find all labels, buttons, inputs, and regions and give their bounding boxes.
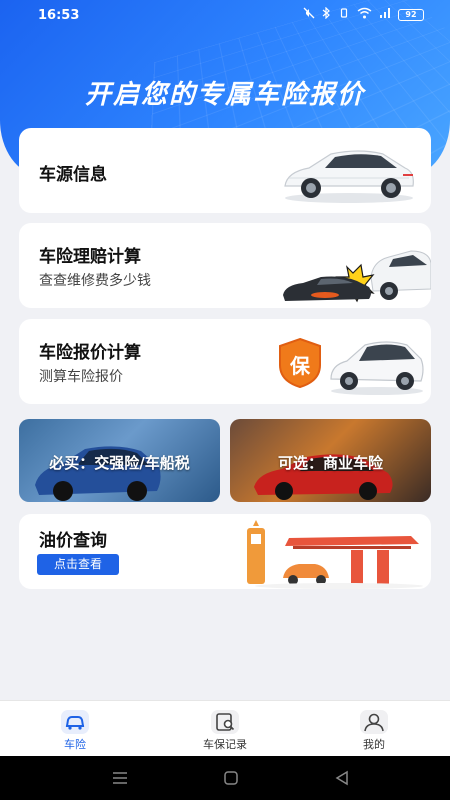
tab-profile-label: 我的	[363, 738, 385, 751]
home-icon[interactable]	[219, 766, 243, 790]
status-icons: 92	[303, 6, 424, 22]
oil-price-card[interactable]: 油价查询 点击查看	[19, 514, 431, 589]
claim-calc-title: 车险理赔计算	[39, 247, 141, 267]
quote-calc-title: 车险报价计算	[39, 343, 141, 363]
system-navigation-bar	[0, 756, 450, 800]
quote-calc-subtitle: 测算车险报价	[39, 369, 123, 385]
signal-icon	[379, 7, 391, 22]
battery-icon: 92	[398, 8, 424, 21]
shield-badge-text: 保	[290, 354, 310, 378]
back-icon[interactable]	[330, 766, 354, 790]
wifi-icon	[357, 7, 372, 22]
tab-insurance-records-label: 车保记录	[203, 738, 247, 751]
required-insurance-text: 必买：交强险/车船税	[49, 454, 190, 472]
car-source-title: 车源信息	[39, 165, 107, 185]
status-time: 16:53	[38, 8, 80, 23]
quote-calc-card[interactable]: 车险报价计算 测算车险报价 保	[19, 319, 431, 404]
record-search-icon	[211, 710, 239, 734]
tab-profile[interactable]: 我的	[329, 701, 419, 757]
status-bar: 16:53 92	[0, 0, 450, 32]
claim-calc-card[interactable]: 车险理赔计算 查查维修费多少钱	[19, 223, 431, 308]
optional-insurance-text: 可选：商业车险	[277, 454, 383, 472]
car-icon	[61, 710, 89, 734]
car-source-card[interactable]: 车源信息	[19, 128, 431, 213]
white-car-image	[284, 150, 414, 203]
bluetooth-icon	[322, 6, 331, 22]
tab-car-insurance[interactable]: 车险	[30, 701, 120, 757]
tab-insurance-records[interactable]: 车保记录	[180, 701, 270, 757]
menu-icon[interactable]	[108, 766, 132, 790]
collision-cars-image	[283, 250, 431, 303]
user-icon	[360, 710, 388, 734]
vibrate-icon	[338, 7, 350, 22]
claim-calc-subtitle: 查查维修费多少钱	[39, 273, 151, 289]
tab-car-insurance-label: 车险	[64, 738, 86, 751]
oil-price-title: 油价查询	[39, 531, 107, 551]
optional-insurance-banner[interactable]: 可选：商业车险	[230, 419, 431, 502]
hero-title: 开启您的专属车险报价	[84, 80, 365, 110]
mute-icon	[303, 7, 315, 22]
bottom-tab-bar: 车险 车保记录 我的	[0, 700, 450, 756]
gas-station-image	[247, 520, 423, 589]
required-insurance-banner[interactable]: 必买：交强险/车船税	[19, 419, 220, 502]
white-suv-image	[330, 341, 424, 395]
insurance-shield-icon: 保	[276, 337, 324, 389]
check-oil-price-button[interactable]: 点击查看	[37, 554, 119, 575]
